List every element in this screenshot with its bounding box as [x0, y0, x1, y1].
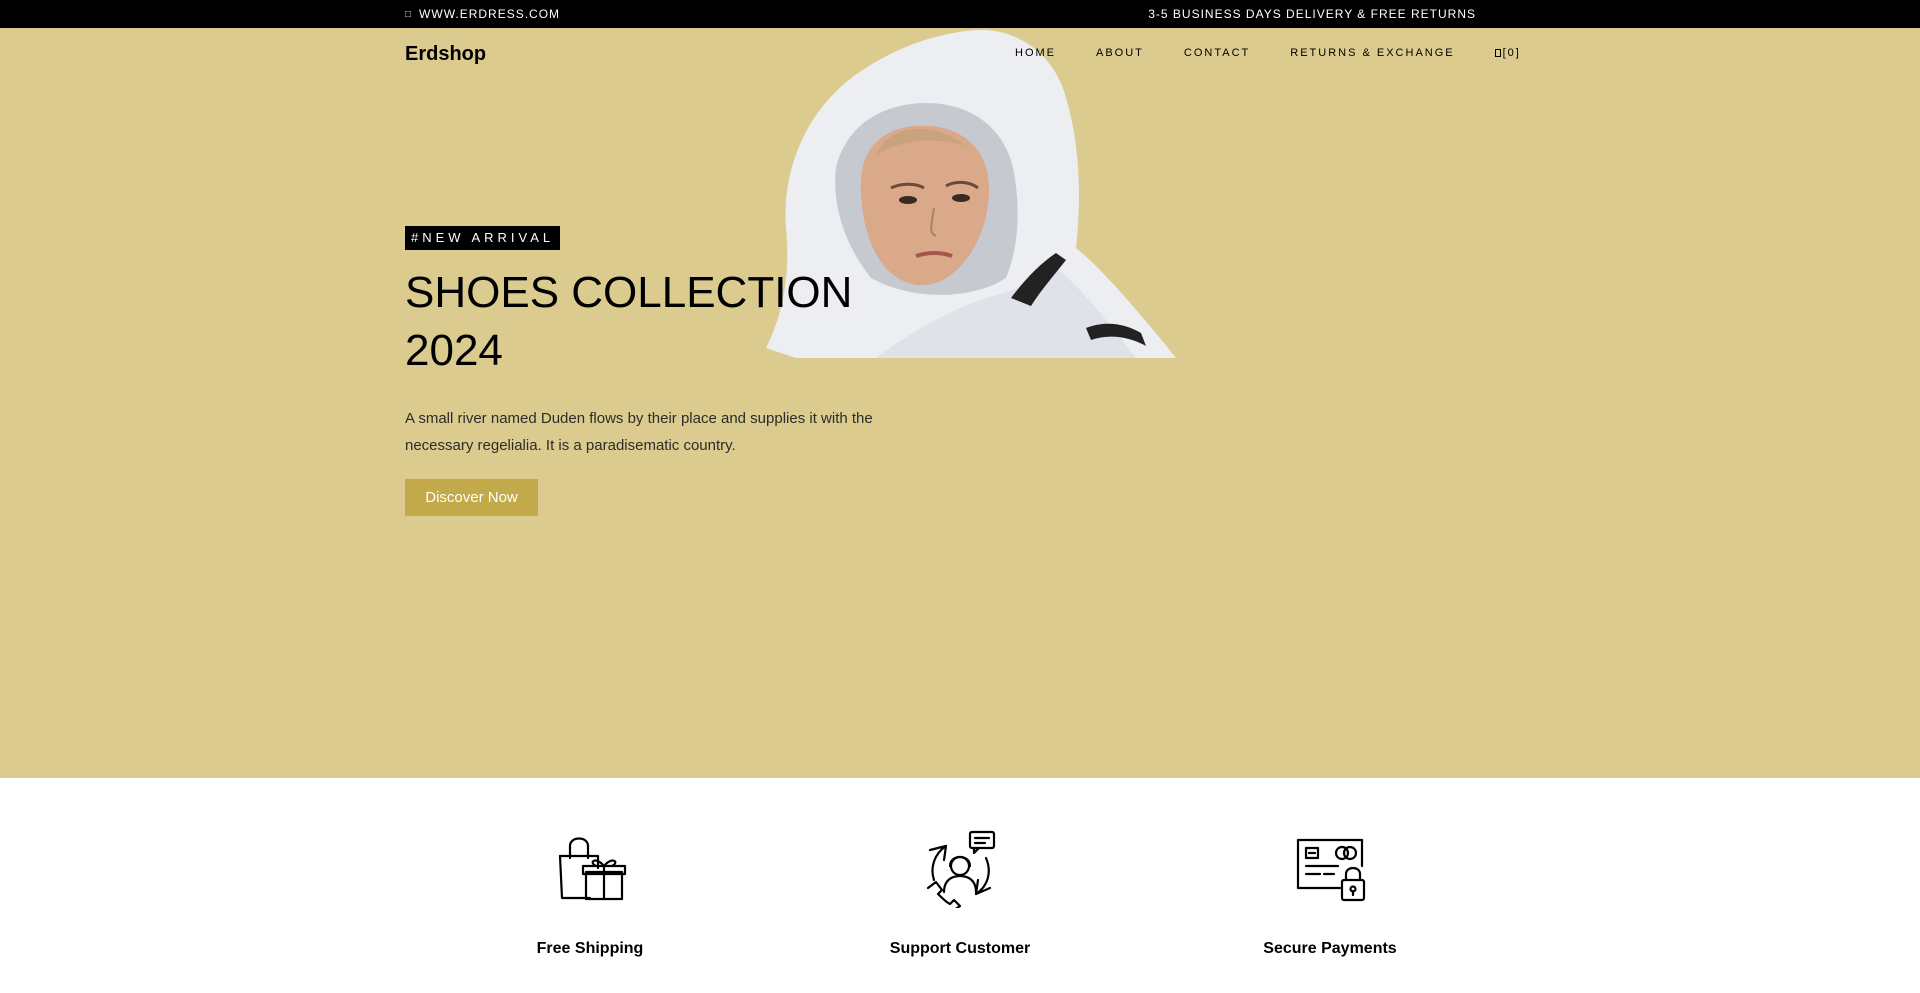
nav-contact[interactable]: CONTACT — [1184, 47, 1250, 59]
feature-title: Support Customer — [889, 940, 1031, 957]
main-header: Erdshop HOME ABOUT CONTACT RETURNS & EXC… — [0, 28, 1920, 78]
website-link[interactable]: □ WWW.ERDRESS.COM — [405, 7, 560, 21]
cart-count: [0] — [1502, 47, 1521, 59]
shopping-bag-gift-icon — [558, 837, 627, 901]
hero-title: SHOES COLLECTION 2024 — [405, 264, 925, 380]
website-text: WWW.ERDRESS.COM — [419, 7, 561, 21]
secure-card-icon — [1296, 838, 1366, 902]
hero-description: A small river named Duden flows by their… — [405, 410, 873, 454]
delivery-promo: 3-5 BUSINESS DAYS DELIVERY & FREE RETURN… — [1148, 7, 1476, 21]
globe-icon: □ — [405, 8, 413, 20]
top-bar: □ WWW.ERDRESS.COM 3-5 BUSINESS DAYS DELI… — [0, 0, 1920, 28]
feature-secure-payments: Secure Payments — [1230, 828, 1430, 958]
customer-support-icon — [926, 830, 996, 908]
hero-section — [0, 28, 1920, 778]
feature-support-customer: Support Customer — [860, 828, 1060, 958]
feature-title: Free Shipping — [536, 940, 644, 957]
nav-returns-exchange[interactable]: RETURNS & EXCHANGE — [1290, 47, 1454, 59]
discover-now-button[interactable]: Discover Now — [405, 479, 538, 516]
cart-button[interactable]: [0] — [1494, 47, 1561, 59]
features-section: Free Shipping Support Customer Secure Pa… — [0, 778, 1920, 993]
brand-logo[interactable]: Erdshop — [405, 43, 486, 66]
hero-title-line2: 2024 — [405, 326, 503, 375]
feature-free-shipping: Free Shipping — [490, 828, 690, 958]
cart-icon — [1494, 49, 1501, 57]
new-arrival-tag: #NEW ARRIVAL — [405, 226, 561, 250]
main-nav: HOME ABOUT CONTACT RETURNS & EXCHANGE [0… — [1015, 47, 1561, 59]
feature-title: Secure Payments — [1263, 940, 1397, 957]
hero-title-line1: SHOES COLLECTION — [405, 268, 853, 317]
nav-about[interactable]: ABOUT — [1096, 47, 1144, 59]
nav-home[interactable]: HOME — [1015, 47, 1056, 59]
